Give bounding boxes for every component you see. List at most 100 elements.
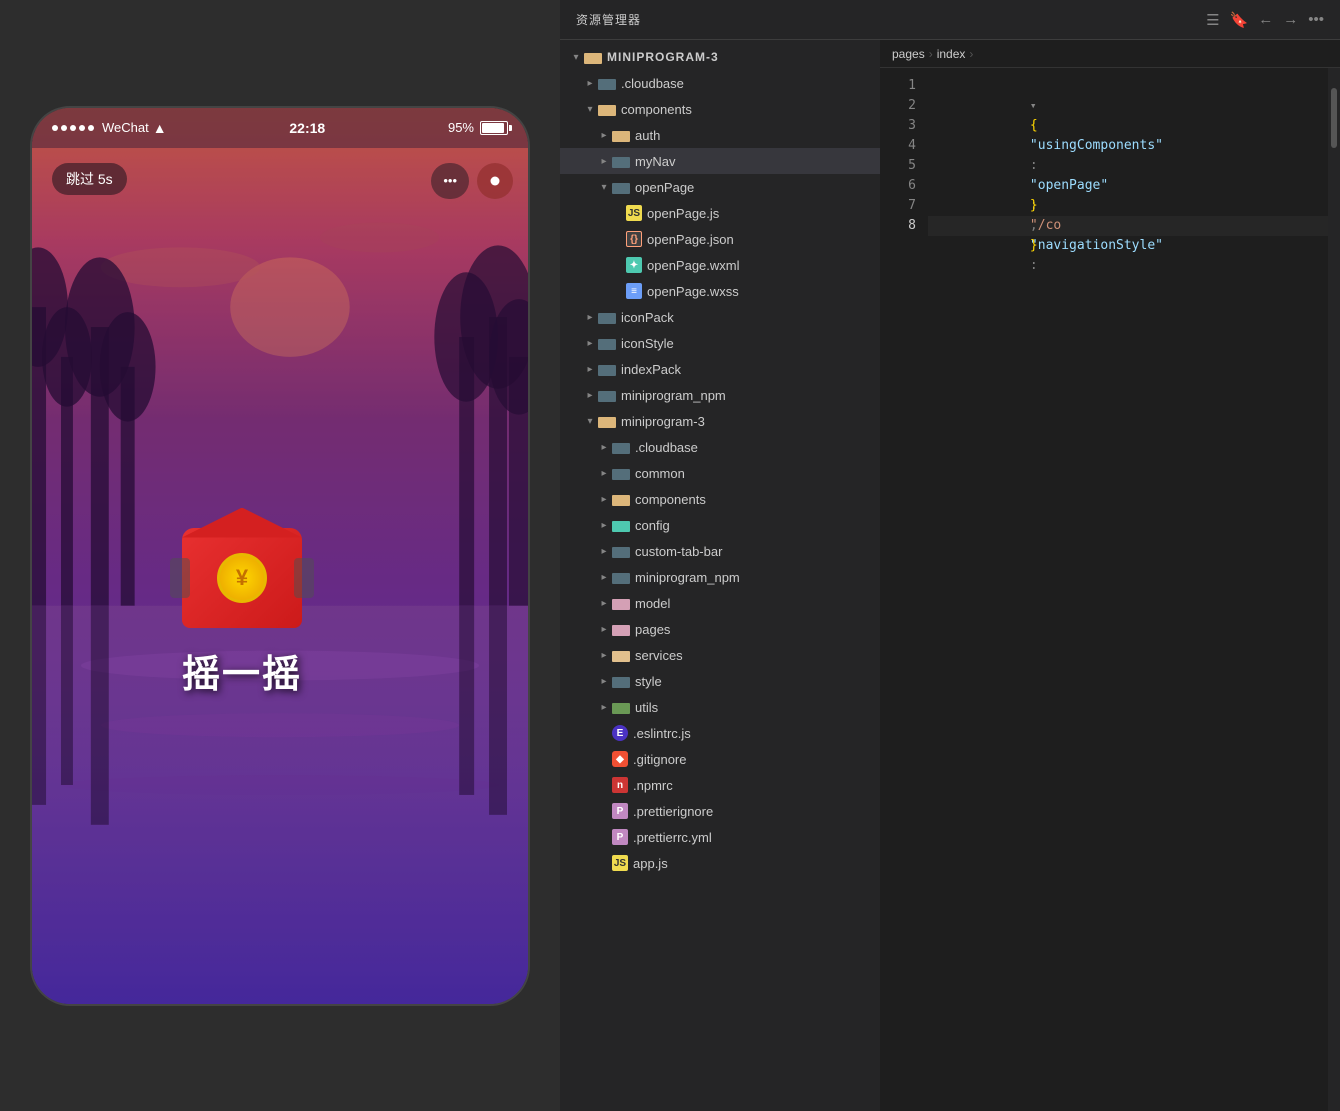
code-scrollbar[interactable] — [1328, 68, 1340, 1111]
code-panel: pages › index › 1 2 3 4 5 6 7 8 — [880, 40, 1340, 1111]
common-label: common — [635, 466, 685, 481]
tree-item-indexpack[interactable]: indexPack — [560, 356, 880, 382]
code-indent-4 — [1030, 158, 1061, 173]
tree-item-openpage[interactable]: openPage — [560, 174, 880, 200]
pages-label: pages — [635, 622, 670, 637]
top-controls: ••• — [431, 163, 513, 199]
eslintrc-label: .eslintrc.js — [633, 726, 691, 741]
tree-item-gitignore[interactable]: ◆ .gitignore — [560, 746, 880, 772]
services-label: services — [635, 648, 683, 663]
code-area[interactable]: ▾ { "usingComponents" : "ope — [928, 68, 1328, 1111]
root-arrow — [568, 49, 584, 65]
tree-root[interactable]: MINIPROGRAM-3 — [560, 44, 880, 70]
tree-item-cloudbase-top[interactable]: .cloudbase — [560, 70, 880, 96]
phone-frame: WeChat ▲ 22:18 95% 跳过 5s ••• — [30, 106, 530, 1006]
battery-percent: 95% — [448, 120, 474, 135]
tree-item-services[interactable]: services — [560, 642, 880, 668]
code-indent-5 — [1030, 178, 1046, 193]
openpage-json-label: openPage.json — [647, 232, 734, 247]
code-breadcrumb: pages › index › — [880, 40, 1340, 68]
config-folder-icon — [612, 518, 630, 532]
miniprogram-npm-inner-folder-icon — [612, 570, 630, 584]
tree-item-style[interactable]: style — [560, 668, 880, 694]
envelope-body: ¥ — [182, 528, 302, 628]
tree-item-app-js[interactable]: JS app.js — [560, 850, 880, 876]
config-arrow — [596, 517, 612, 533]
bookmark-icon[interactable]: 🔖 — [1230, 11, 1249, 29]
root-label: MINIPROGRAM-3 — [607, 50, 719, 64]
code-indent-7 — [1030, 218, 1046, 233]
gitignore-label: .gitignore — [633, 752, 686, 767]
phone-panel: WeChat ▲ 22:18 95% 跳过 5s ••• — [0, 0, 560, 1111]
miniprogram-3-arrow — [582, 413, 598, 429]
utils-folder-icon — [612, 700, 630, 714]
components-top-folder-icon — [598, 102, 616, 116]
cloudbase-top-label: .cloudbase — [621, 76, 684, 91]
custom-tab-bar-folder-icon — [612, 544, 630, 558]
tree-item-prettierrc[interactable]: P .prettierrc.yml — [560, 824, 880, 850]
tree-item-iconpack[interactable]: iconPack — [560, 304, 880, 330]
back-icon[interactable]: ← — [1258, 11, 1273, 28]
miniprogram-npm-inner-arrow — [596, 569, 612, 585]
tree-item-utils[interactable]: utils — [560, 694, 880, 720]
openpage-wxss-label: openPage.wxss — [647, 284, 739, 299]
tree-item-custom-tab-bar[interactable]: custom-tab-bar — [560, 538, 880, 564]
components-inner-folder-icon — [612, 492, 630, 506]
code-colon-3: : — [1030, 258, 1038, 273]
tree-item-components-top[interactable]: components — [560, 96, 880, 122]
code-line-1: ▾ { — [928, 76, 1328, 96]
dot-4 — [79, 125, 85, 131]
tree-item-cloudbase-inner[interactable]: .cloudbase — [560, 434, 880, 460]
tree-item-common[interactable]: common — [560, 460, 880, 486]
dot-3 — [70, 125, 76, 131]
more-options-icon[interactable]: ••• — [1308, 11, 1324, 28]
status-right: 95% — [448, 120, 508, 135]
npmrc-label: .npmrc — [633, 778, 673, 793]
tree-item-miniprogram-npm-top[interactable]: miniprogram_npm — [560, 382, 880, 408]
tree-item-mynav[interactable]: myNav — [560, 148, 880, 174]
openpage-js-icon: JS — [626, 205, 642, 221]
collapse-1: ▾ — [1030, 99, 1037, 112]
eslintrc-icon: E — [612, 725, 628, 741]
tree-item-iconstyle[interactable]: iconStyle — [560, 330, 880, 356]
tree-item-model[interactable]: model — [560, 590, 880, 616]
line-num-1: 1 — [880, 76, 928, 96]
code-brace-close-1: } — [1030, 198, 1038, 213]
list-icon[interactable]: ☰ — [1206, 11, 1219, 29]
breadcrumb-sep-2: › — [969, 47, 973, 61]
scrollbar-thumb[interactable] — [1331, 88, 1337, 148]
openpage-arrow — [596, 179, 612, 195]
cloudbase-top-arrow — [582, 75, 598, 91]
record-icon — [489, 173, 501, 189]
components-inner-arrow — [596, 491, 612, 507]
code-key-navstyle: "navigationStyle" — [1030, 238, 1163, 253]
openpage-folder-icon — [612, 180, 630, 194]
tree-item-config[interactable]: config — [560, 512, 880, 538]
tree-item-npmrc[interactable]: n .npmrc — [560, 772, 880, 798]
tree-item-pages[interactable]: pages — [560, 616, 880, 642]
tree-item-openpage-js[interactable]: JS openPage.js — [560, 200, 880, 226]
tree-item-miniprogram-3[interactable]: miniprogram-3 — [560, 408, 880, 434]
red-envelope: ¥ 摇一摇 — [182, 528, 302, 698]
tree-item-prettierignore[interactable]: P .prettierignore — [560, 798, 880, 824]
tree-item-openpage-wxml[interactable]: ✦ openPage.wxml — [560, 252, 880, 278]
battery-fill — [482, 123, 504, 133]
dot-5 — [88, 125, 94, 131]
pages-folder-icon — [612, 622, 630, 636]
auth-folder-icon — [612, 128, 630, 142]
dot-1 — [52, 125, 58, 131]
more-button[interactable]: ••• — [431, 163, 469, 199]
tree-item-openpage-wxss[interactable]: ≡ openPage.wxss — [560, 278, 880, 304]
tree-item-auth[interactable]: auth — [560, 122, 880, 148]
prettierrc-label: .prettierrc.yml — [633, 830, 712, 845]
cloudbase-inner-label: .cloudbase — [635, 440, 698, 455]
tree-item-components-inner[interactable]: components — [560, 486, 880, 512]
root-folder-icon — [584, 50, 602, 64]
skip-button[interactable]: 跳过 5s — [52, 163, 127, 195]
tree-item-eslintrc[interactable]: E .eslintrc.js — [560, 720, 880, 746]
tree-item-miniprogram-npm-inner[interactable]: miniprogram_npm — [560, 564, 880, 590]
utils-label: utils — [635, 700, 658, 715]
record-button[interactable] — [477, 163, 513, 199]
tree-item-openpage-json[interactable]: {} openPage.json — [560, 226, 880, 252]
forward-icon[interactable]: → — [1283, 11, 1298, 28]
